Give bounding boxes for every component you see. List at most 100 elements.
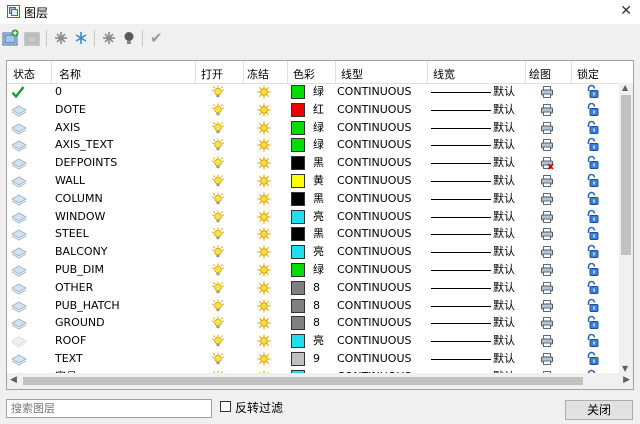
layer-lineweight[interactable]: 默认 bbox=[493, 119, 515, 137]
layer-thaw-sun-icon[interactable] bbox=[257, 227, 271, 241]
layer-linetype[interactable]: CONTINUOUS bbox=[337, 83, 412, 101]
layer-on-bulb-icon[interactable] bbox=[211, 210, 225, 224]
freeze-icon[interactable] bbox=[52, 29, 70, 47]
layer-status-icon[interactable] bbox=[11, 123, 27, 135]
layer-color-swatch[interactable] bbox=[291, 227, 305, 242]
current-layer-check-icon[interactable] bbox=[11, 85, 25, 99]
unlocked-lock-icon[interactable] bbox=[585, 351, 600, 366]
layer-name[interactable]: PUB_HATCH bbox=[55, 297, 120, 315]
scroll-up-icon[interactable]: ▲ bbox=[622, 83, 628, 92]
unlocked-lock-icon[interactable] bbox=[585, 315, 600, 330]
layer-color-name[interactable]: 亮 bbox=[313, 332, 324, 350]
layer-color-swatch[interactable] bbox=[291, 102, 305, 117]
layer-on-bulb-icon[interactable] bbox=[211, 121, 225, 135]
layer-name[interactable]: WINDOW bbox=[55, 208, 105, 226]
layer-color-swatch[interactable] bbox=[291, 156, 305, 171]
layer-name[interactable]: ROOF bbox=[55, 332, 86, 350]
layer-name[interactable]: COLUMN bbox=[55, 190, 103, 208]
layer-name[interactable]: GROUND bbox=[55, 314, 105, 332]
layer-lineweight[interactable]: 默认 bbox=[493, 314, 515, 332]
layer-linetype[interactable]: CONTINUOUS bbox=[337, 279, 412, 297]
layer-color-name[interactable]: 9 bbox=[313, 350, 320, 368]
column-header-lineweight[interactable]: 线宽 bbox=[433, 66, 455, 82]
layer-linetype[interactable]: CONTINUOUS bbox=[337, 172, 412, 190]
unlocked-lock-icon[interactable] bbox=[585, 298, 600, 313]
plot-printer-icon[interactable] bbox=[540, 245, 554, 259]
set-current-icon[interactable]: ✔ bbox=[150, 29, 168, 47]
delete-layer-icon[interactable] bbox=[24, 29, 42, 47]
layer-name[interactable]: PUB_DIM bbox=[55, 261, 104, 279]
unlocked-lock-icon[interactable] bbox=[585, 333, 600, 348]
vertical-scroll-thumb[interactable] bbox=[621, 95, 631, 255]
column-header-on[interactable]: 打开 bbox=[201, 66, 223, 82]
layer-color-swatch[interactable] bbox=[291, 280, 305, 295]
horizontal-scrollbar[interactable]: ◀ ▶ bbox=[7, 373, 633, 389]
layer-thaw-sun-icon[interactable] bbox=[257, 138, 271, 152]
layer-on-bulb-icon[interactable] bbox=[211, 103, 225, 117]
layer-linetype[interactable]: CONTINUOUS bbox=[337, 297, 412, 315]
layer-color-swatch[interactable] bbox=[291, 352, 305, 366]
layer-linetype[interactable]: CONTINUOUS bbox=[337, 136, 412, 154]
unlocked-lock-icon[interactable] bbox=[585, 137, 600, 152]
layer-lineweight[interactable]: 默认 bbox=[493, 225, 515, 243]
layer-thaw-sun-icon[interactable] bbox=[257, 281, 271, 295]
layer-linetype[interactable]: CONTINUOUS bbox=[337, 243, 412, 261]
layer-lineweight[interactable]: 默认 bbox=[493, 350, 515, 368]
layer-name[interactable]: OTHER bbox=[55, 279, 93, 297]
table-row[interactable]: DOTE 红 CONTINUOUS 默认 bbox=[7, 101, 619, 119]
column-header-status[interactable]: 状态 bbox=[13, 66, 35, 82]
layer-lineweight[interactable]: 默认 bbox=[493, 261, 515, 279]
table-row[interactable]: COLUMN 黑 CONTINUOUS 默认 bbox=[7, 190, 619, 208]
layer-linetype[interactable]: CONTINUOUS bbox=[337, 190, 412, 208]
layer-lineweight[interactable]: 默认 bbox=[493, 332, 515, 350]
layer-linetype[interactable]: CONTINUOUS bbox=[337, 119, 412, 137]
layer-color-swatch[interactable] bbox=[291, 209, 305, 224]
lock-icon[interactable] bbox=[100, 29, 118, 47]
unlocked-lock-icon[interactable] bbox=[585, 244, 600, 259]
layer-color-name[interactable]: 8 bbox=[313, 279, 320, 297]
snowflake-icon[interactable] bbox=[72, 29, 90, 47]
layer-linetype[interactable]: CONTINUOUS bbox=[337, 332, 412, 350]
table-row[interactable]: STEEL 黑 CONTINUOUS 默认 bbox=[7, 225, 619, 243]
unlocked-lock-icon[interactable] bbox=[585, 120, 600, 135]
layer-linetype[interactable]: CONTINUOUS bbox=[337, 261, 412, 279]
layer-color-name[interactable]: 黑 bbox=[313, 225, 324, 243]
table-row[interactable]: PUB_HATCH 8 CONTINUOUS 默认 bbox=[7, 297, 619, 315]
layer-thaw-sun-icon[interactable] bbox=[257, 174, 271, 188]
column-header-lock[interactable]: 锁定 bbox=[577, 66, 599, 82]
layer-on-bulb-icon[interactable] bbox=[211, 192, 225, 206]
close-icon[interactable]: ✕ bbox=[620, 3, 632, 19]
layer-color-name[interactable]: 亮 bbox=[313, 243, 324, 261]
layer-on-bulb-icon[interactable] bbox=[211, 245, 225, 259]
layer-linetype[interactable]: CONTINUOUS bbox=[337, 225, 412, 243]
layer-thaw-sun-icon[interactable] bbox=[257, 316, 271, 330]
plot-printer-icon[interactable] bbox=[540, 299, 554, 313]
layer-color-swatch[interactable] bbox=[291, 245, 305, 260]
search-layers-input[interactable] bbox=[6, 399, 212, 418]
layer-status-icon[interactable] bbox=[11, 318, 27, 330]
layer-color-name[interactable]: 8 bbox=[313, 314, 320, 332]
layer-color-swatch[interactable] bbox=[291, 334, 305, 349]
layer-status-icon[interactable] bbox=[11, 336, 27, 348]
layer-thaw-sun-icon[interactable] bbox=[257, 245, 271, 259]
layer-on-bulb-icon[interactable] bbox=[211, 281, 225, 295]
unlocked-lock-icon[interactable] bbox=[585, 209, 600, 224]
layer-color-name[interactable]: 8 bbox=[313, 297, 320, 315]
layer-name[interactable]: BALCONY bbox=[55, 243, 108, 261]
layer-color-swatch[interactable] bbox=[291, 85, 305, 99]
plot-printer-icon[interactable] bbox=[540, 281, 554, 295]
layer-status-icon[interactable] bbox=[11, 229, 27, 241]
plot-printer-icon[interactable] bbox=[540, 103, 554, 117]
layer-color-name[interactable]: 黑 bbox=[313, 154, 324, 172]
layer-name[interactable]: DEFPOINTS bbox=[55, 154, 117, 172]
horizontal-scroll-thumb[interactable] bbox=[23, 377, 583, 385]
layer-on-bulb-icon[interactable] bbox=[211, 334, 225, 348]
unlocked-lock-icon[interactable] bbox=[585, 226, 600, 241]
layer-lineweight[interactable]: 默认 bbox=[493, 154, 515, 172]
layer-on-bulb-icon[interactable] bbox=[211, 174, 225, 188]
layer-on-bulb-icon[interactable] bbox=[211, 263, 225, 277]
table-row[interactable]: WINDOW 亮 CONTINUOUS 默认 bbox=[7, 208, 619, 226]
unlocked-lock-icon[interactable] bbox=[585, 173, 600, 188]
unlocked-lock-icon[interactable] bbox=[585, 280, 600, 295]
layer-lineweight[interactable]: 默认 bbox=[493, 83, 515, 101]
